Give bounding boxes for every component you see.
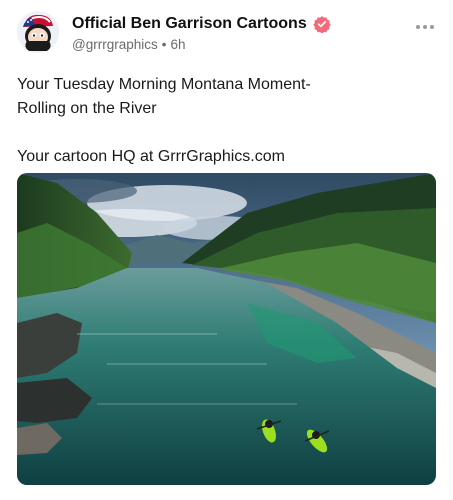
avatar[interactable]: [17, 11, 59, 53]
post-text: Your Tuesday Morning Montana Moment- Rol…: [17, 73, 437, 169]
post-timestamp[interactable]: 6h: [170, 37, 185, 52]
meta-separator: •: [161, 37, 167, 52]
post-text-line: Your cartoon HQ at GrrrGraphics.com: [17, 148, 285, 165]
more-dot: [423, 25, 427, 29]
author-handle[interactable]: @grrrgraphics: [72, 37, 158, 52]
post-text-line: Rolling on the River: [17, 100, 157, 117]
post-card: Official Ben Garrison Cartoons @grrrgrap…: [0, 0, 453, 500]
river-kayaks-photo-icon: [17, 173, 436, 485]
scrollbar-track[interactable]: [449, 0, 453, 500]
post-image[interactable]: [17, 173, 436, 485]
display-name[interactable]: Official Ben Garrison Cartoons: [72, 15, 307, 33]
verified-badge-icon: [313, 15, 331, 34]
author-name-row[interactable]: Official Ben Garrison Cartoons: [72, 13, 331, 35]
more-dot: [430, 25, 434, 29]
cartoon-character-avatar-icon: [17, 11, 59, 53]
post-text-line: Your Tuesday Morning Montana Moment-: [17, 76, 311, 93]
more-dot: [416, 25, 420, 29]
post-meta: @grrrgraphics • 6h: [72, 37, 186, 52]
more-options-icon[interactable]: [415, 20, 435, 34]
post-text-gap: [17, 121, 437, 145]
